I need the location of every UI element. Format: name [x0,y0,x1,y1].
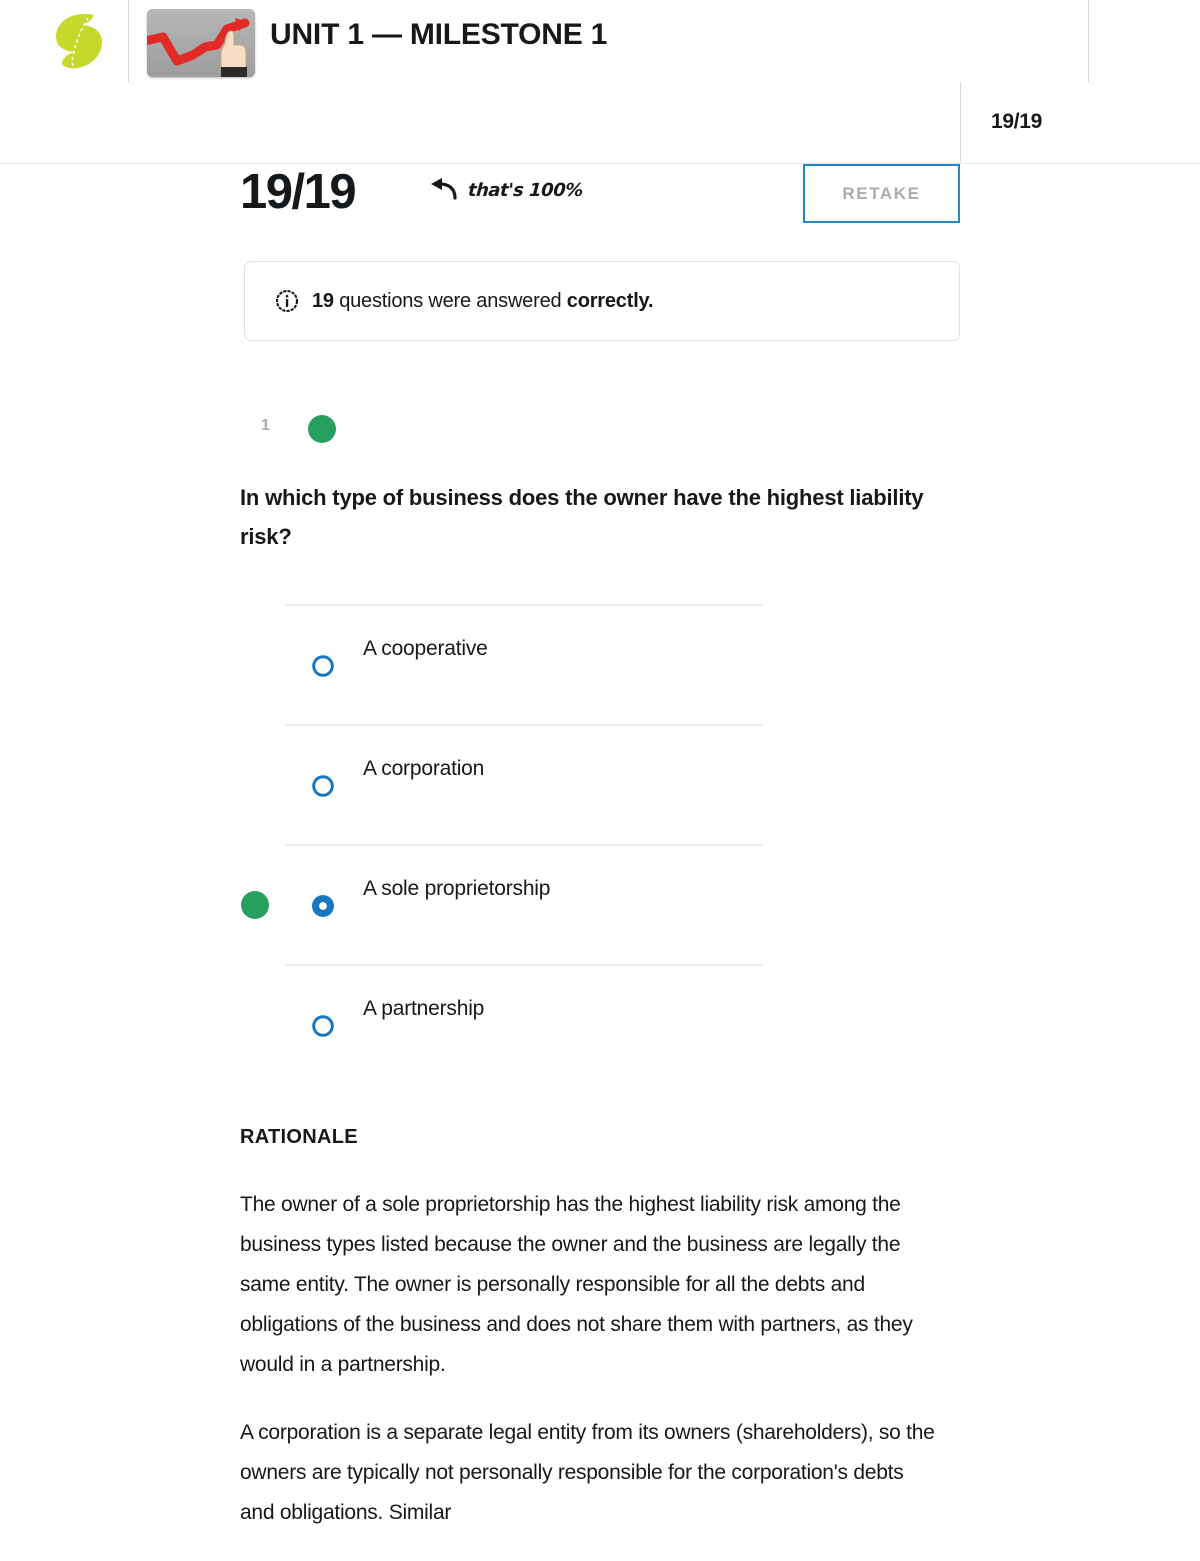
option-divider [286,724,762,726]
info-count: 19 [312,289,334,312]
question-number: 1 [261,417,270,434]
score-row: 19/19 that's 100% RETAKE [0,164,1200,224]
option-divider [286,844,762,846]
info-circle-icon [275,289,299,313]
info-banner-text: 19 questions were answered correctly. [312,289,654,313]
answer-option[interactable]: A cooperative [0,604,1200,724]
subheader-score: 19/19 [991,110,1043,133]
percent-note: that's 100% [428,178,584,202]
answer-options-list: A cooperative A corporation A sole propr… [0,604,1200,1084]
info-banner: 19 questions were answered correctly. [244,261,960,341]
info-emphasis: correctly. [566,289,654,312]
header-divider [128,0,129,82]
answer-option-selected[interactable]: A sole proprietorship [0,844,1200,964]
question-correct-dot-icon [308,415,336,443]
rationale-heading: RATIONALE [240,1126,358,1148]
answer-option[interactable]: A partnership [0,964,1200,1084]
option-label: A partnership [363,997,485,1020]
page-title: UNIT 1 — MILESTONE 1 [270,18,608,51]
rationale-paragraph: A corporation is a separate legal entity… [240,1421,935,1524]
rationale-paragraph: The owner of a sole proprietorship has t… [240,1193,913,1376]
info-middle: questions were answered [333,289,567,312]
question-text: In which type of business does the owner… [240,485,924,549]
sophia-s-logo-icon[interactable] [52,12,106,70]
option-label: A sole proprietorship [363,877,551,900]
retake-button[interactable]: RETAKE [803,164,960,223]
radio-selected-icon[interactable] [311,894,335,918]
option-correct-dot-icon [241,891,269,919]
radio-unselected-icon[interactable] [311,654,335,678]
percent-note-text: that's 100% [467,179,584,201]
subheader-divider [960,82,961,163]
overall-score: 19/19 [240,165,357,219]
chart-arrow-hand-thumbnail-icon [147,9,255,77]
radio-unselected-icon[interactable] [311,1014,335,1038]
rationale-body: The owner of a sole proprietorship has t… [240,1185,940,1561]
curved-arrow-left-icon [428,178,458,202]
option-label: A corporation [363,757,485,780]
option-divider [286,604,762,606]
option-divider [286,964,762,966]
radio-unselected-icon[interactable] [311,774,335,798]
option-label: A cooperative [363,637,488,660]
page-header: UNIT 1 — MILESTONE 1 [0,0,1200,82]
answer-option[interactable]: A corporation [0,724,1200,844]
header-right-divider [1088,0,1089,82]
